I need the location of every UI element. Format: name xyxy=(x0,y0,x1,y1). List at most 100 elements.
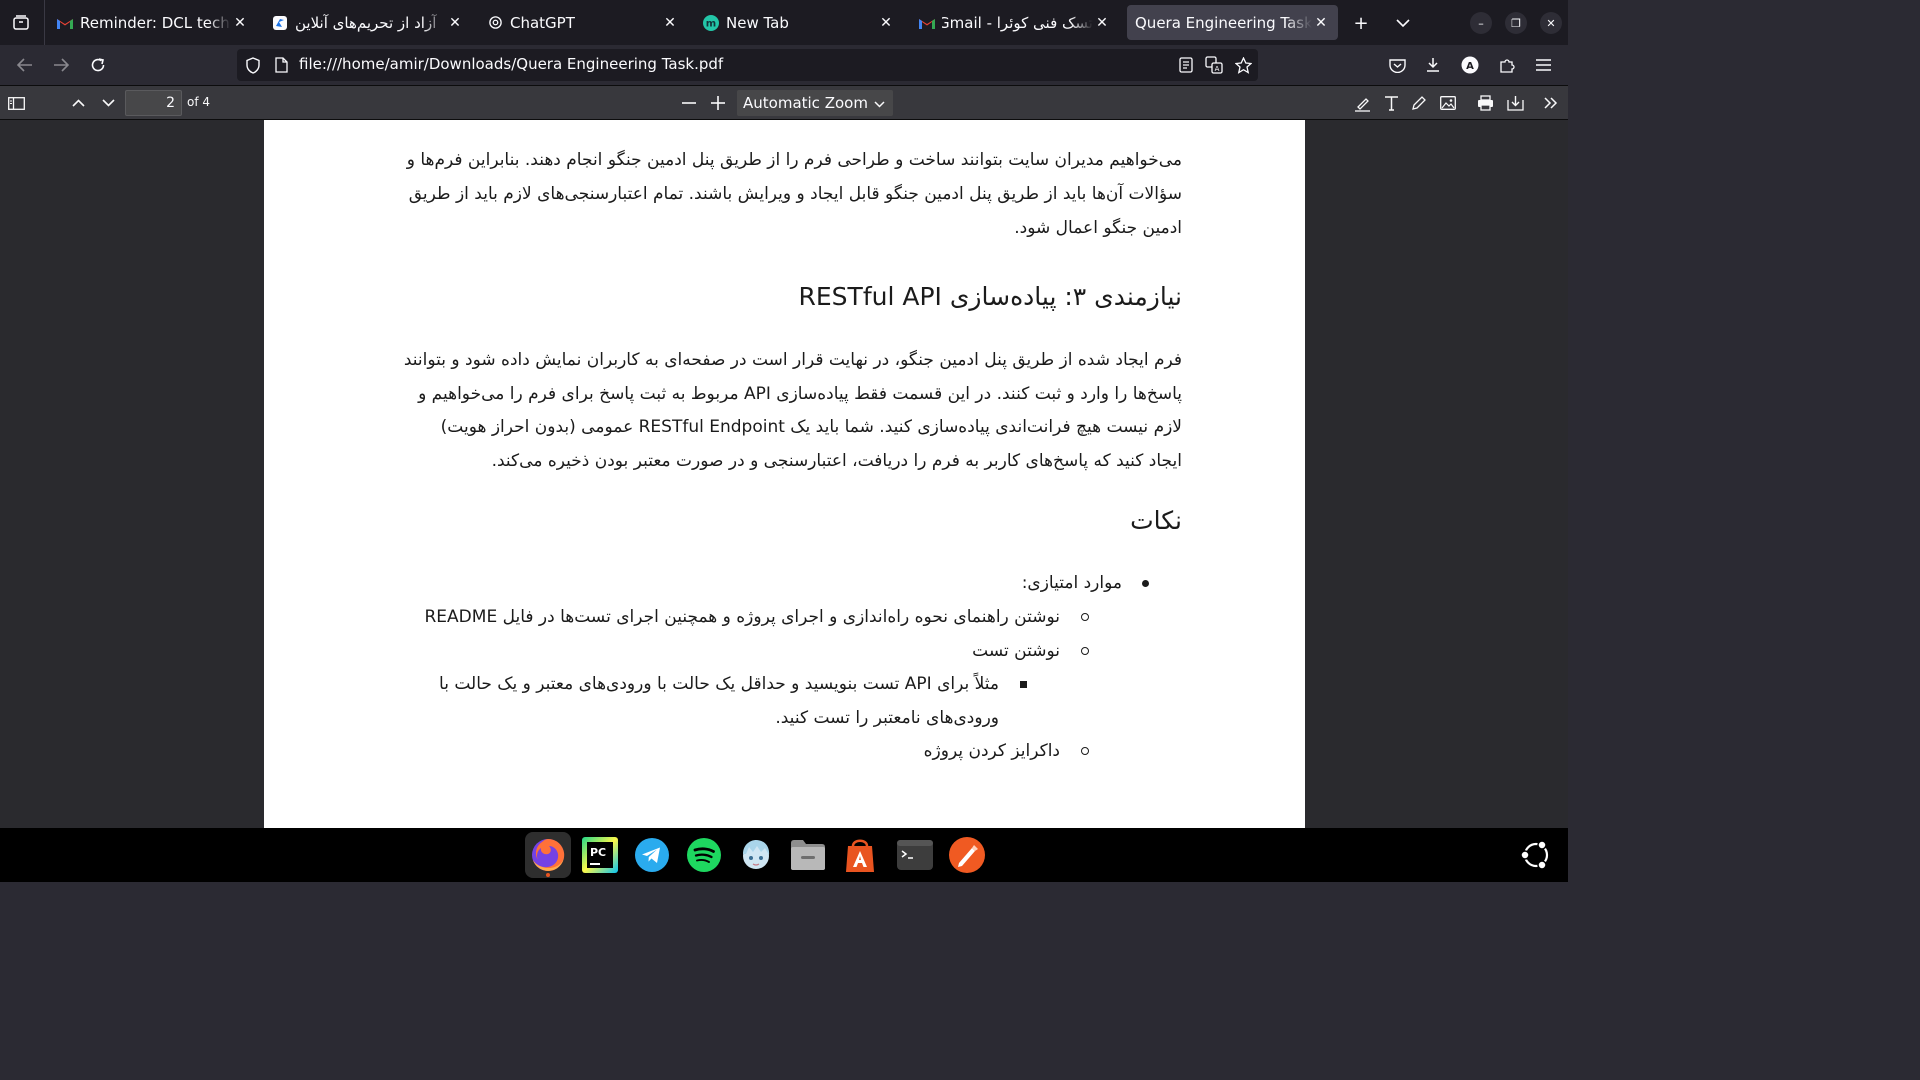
bookmark-star-icon[interactable] xyxy=(1233,55,1253,75)
account-avatar[interactable]: A xyxy=(1456,51,1484,79)
close-tab-icon[interactable]: ✕ xyxy=(1312,14,1330,32)
page-count-label: of 4 xyxy=(187,95,211,109)
tab-title: Quera Engineering Task.pdf xyxy=(1135,13,1312,32)
list-item: نوشتن تست xyxy=(972,641,1060,661)
telegram-icon[interactable] xyxy=(629,832,675,878)
next-page-icon[interactable] xyxy=(95,90,121,116)
list-item: نوشتن راهنمای نحوه راه‌اندازی و اجرای پر… xyxy=(424,607,1061,627)
firefox-icon[interactable] xyxy=(525,832,571,878)
tracking-protection-shield-icon[interactable] xyxy=(243,55,263,75)
reader-view-icon[interactable] xyxy=(1176,55,1196,75)
paragraph-line: ایجاد کنید که پاسخ‌های کاربر به فرم را د… xyxy=(491,451,1182,471)
page-file-icon[interactable] xyxy=(271,55,291,75)
zoom-value: Automatic Zoom xyxy=(743,94,868,112)
page-number-input[interactable]: 2 xyxy=(125,90,182,116)
list-item: داکرایز کردن پروژه xyxy=(923,741,1060,761)
tab-chatgpt[interactable]: ChatGPT ✕ xyxy=(479,5,687,40)
paragraph-line: می‌خواهیم مدیران سایت بتوانند ساخت و طرا… xyxy=(406,150,1182,170)
tab-title: Reminder: DCL technica xyxy=(80,13,231,32)
print-icon[interactable] xyxy=(1472,90,1498,116)
list-item: ورودی‌های نامعتبر را تست کنید. xyxy=(775,708,999,728)
translate-icon[interactable]: A xyxy=(1204,55,1224,75)
paragraph-line: فرم ایجاد شده از طریق پنل ادمین جنگو، در… xyxy=(403,350,1182,370)
tab-title: آزاد از تحریم‌های آنلاین xyxy=(295,13,437,32)
address-bar[interactable]: file:///home/amir/Downloads/Quera Engine… xyxy=(237,49,1258,81)
close-tab-icon[interactable]: ✕ xyxy=(446,14,464,32)
tab-title: تسک فنی کوئرا - Gmail xyxy=(942,13,1093,32)
svg-text:A: A xyxy=(1215,65,1220,73)
reload-icon[interactable] xyxy=(84,51,112,79)
minimize-window-icon[interactable]: – xyxy=(1470,12,1492,34)
pycharm-label: PC xyxy=(590,846,606,859)
new-tab-icon[interactable]: + xyxy=(1348,10,1374,36)
list-item: مثلاً برای API تست بنویسید و حداقل یک حا… xyxy=(439,674,999,694)
firefox-view-icon[interactable] xyxy=(8,10,34,36)
list-bullet xyxy=(1020,681,1027,688)
forward-icon[interactable] xyxy=(47,51,75,79)
files-icon[interactable] xyxy=(785,832,831,878)
draw-icon[interactable] xyxy=(1406,90,1432,116)
downloads-icon[interactable] xyxy=(1419,51,1447,79)
pdf-viewer[interactable]: می‌خواهیم مدیران سایت بتوانند ساخت و طرا… xyxy=(0,120,1568,828)
close-tab-icon[interactable]: ✕ xyxy=(1093,14,1111,32)
section-heading: نکات xyxy=(1130,506,1182,535)
running-indicator xyxy=(546,873,550,877)
highlight-icon[interactable] xyxy=(1349,90,1375,116)
back-icon[interactable] xyxy=(11,51,39,79)
app-menu-hamburger-icon[interactable] xyxy=(1529,51,1557,79)
chevron-down-icon xyxy=(874,90,885,116)
list-bullet xyxy=(1081,647,1089,655)
tab-shekan[interactable]: آزاد از تحریم‌های آنلاین ✕ xyxy=(264,5,472,40)
spotify-icon[interactable] xyxy=(681,832,727,878)
section-heading: نیازمندی ۳: پیاده‌سازی RESTful API xyxy=(798,282,1182,311)
close-window-icon[interactable]: ✕ xyxy=(1540,12,1562,34)
tab-new-tab[interactable]: m New Tab ✕ xyxy=(695,5,903,40)
pycharm-icon[interactable]: PC xyxy=(577,832,623,878)
tools-menu-icon[interactable] xyxy=(1538,90,1564,116)
zoom-out-icon[interactable] xyxy=(676,90,702,116)
zoom-in-icon[interactable] xyxy=(705,90,731,116)
close-tab-icon[interactable]: ✕ xyxy=(231,14,249,32)
list-bullet xyxy=(1081,747,1089,755)
sidebar-toggle-icon[interactable] xyxy=(3,90,29,116)
paragraph-line: لازم نیست هیچ فرانت‌اندی پیاده‌سازی کنید… xyxy=(440,417,1182,437)
pocket-icon[interactable] xyxy=(1383,51,1411,79)
zoom-select[interactable]: Automatic Zoom xyxy=(737,90,893,116)
list-bullet xyxy=(1081,613,1089,621)
tab-title: ChatGPT xyxy=(510,13,575,32)
url-text[interactable]: file:///home/amir/Downloads/Quera Engine… xyxy=(299,55,723,73)
text-annotation-icon[interactable] xyxy=(1378,90,1404,116)
tab-title: New Tab xyxy=(726,13,789,32)
add-image-icon[interactable] xyxy=(1435,90,1461,116)
extensions-puzzle-icon[interactable] xyxy=(1493,51,1521,79)
monica-icon: m xyxy=(703,14,719,31)
inkscape-icon[interactable] xyxy=(944,832,990,878)
tab-quera-pdf[interactable]: Quera Engineering Task.pdf ✕ xyxy=(1127,5,1338,40)
tab-gmail-reminder[interactable]: Reminder: DCL technica ✕ xyxy=(49,5,257,40)
account-initial: A xyxy=(1466,61,1474,72)
tab-strip-divider xyxy=(44,0,45,45)
svg-text:m: m xyxy=(706,18,716,29)
app-center-icon[interactable] xyxy=(837,832,883,878)
openai-icon xyxy=(487,15,503,31)
ubuntu-dock: PC xyxy=(0,828,1568,882)
save-download-icon[interactable] xyxy=(1502,90,1528,116)
shekan-icon xyxy=(272,15,288,31)
gmail-icon xyxy=(57,15,73,31)
previous-page-icon[interactable] xyxy=(65,90,91,116)
restore-window-icon[interactable]: ❐ xyxy=(1505,12,1527,34)
tab-strip: Reminder: DCL technica ✕ آزاد از تحریم‌ه… xyxy=(0,0,1568,45)
terminal-icon[interactable] xyxy=(892,832,938,878)
list-item: موارد امتیازی: xyxy=(1021,573,1122,593)
close-tab-icon[interactable]: ✕ xyxy=(661,14,679,32)
navigation-toolbar: file:///home/amir/Downloads/Quera Engine… xyxy=(0,45,1568,85)
close-tab-icon[interactable]: ✕ xyxy=(877,14,895,32)
tab-gmail-quera[interactable]: تسک فنی کوئرا - Gmail ✕ xyxy=(911,5,1119,40)
pdf-toolbar: 2 of 4 Automatic Zoom xyxy=(0,85,1568,120)
list-bullet xyxy=(1142,580,1149,587)
pdf-page: می‌خواهیم مدیران سایت بتوانند ساخت و طرا… xyxy=(264,120,1305,828)
anime-app-icon[interactable] xyxy=(733,832,779,878)
list-all-tabs-icon[interactable] xyxy=(1390,10,1416,36)
show-apps-grid-icon[interactable] xyxy=(1513,832,1559,878)
paragraph-line: پاسخ‌ها را وارد و ثبت کنند. در این قسمت … xyxy=(418,384,1182,404)
